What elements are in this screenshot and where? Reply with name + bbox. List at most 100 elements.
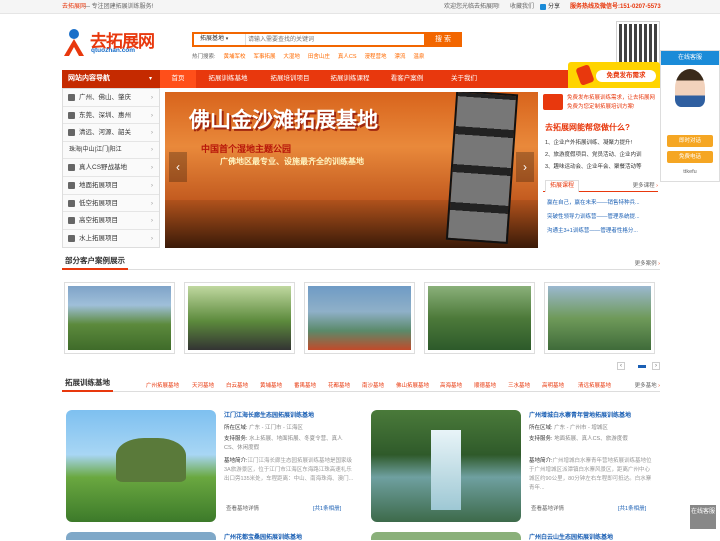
building-icon xyxy=(68,94,75,101)
top-slogan: — 专注团建拓展训练服务! xyxy=(84,4,154,10)
base-card-image[interactable] xyxy=(66,410,216,522)
hot-item[interactable]: 黄埔军校 xyxy=(223,54,245,60)
nav-about[interactable]: 关于我们 xyxy=(442,70,486,88)
nav-home[interactable]: 首页 xyxy=(160,70,196,88)
logo-domain: qtuozhan.com xyxy=(91,47,136,54)
base-tab[interactable]: 广州拓展基地 xyxy=(146,381,179,389)
hot-item[interactable]: 真人CS xyxy=(338,54,357,60)
nav-cases[interactable]: 看客户案例 xyxy=(382,70,432,88)
search-button[interactable]: 搜 索 xyxy=(424,32,462,47)
sidebar-item[interactable]: 水上拓展项目 › xyxy=(63,230,159,248)
tree-house-shape xyxy=(116,438,186,482)
base-card-detail-link[interactable]: 查看基地详情 xyxy=(531,504,564,512)
waterfall-shape xyxy=(431,430,461,510)
nav-courses[interactable]: 拓展训练课程 xyxy=(322,70,378,88)
carousel-next-icon[interactable]: › xyxy=(652,362,660,370)
favorite-link[interactable]: 收藏我们 xyxy=(510,0,534,14)
hot-item[interactable]: 军事拓展 xyxy=(253,54,275,60)
ground-icon xyxy=(68,182,75,189)
trophy-icon xyxy=(68,217,75,225)
hot-item[interactable]: 漂流 xyxy=(394,54,405,60)
nav-bases[interactable]: 拓展训练基地 xyxy=(200,70,256,88)
nav-side-title[interactable]: 网站内容导航 ▾ xyxy=(62,70,160,88)
banner-next-arrow-icon[interactable]: › xyxy=(516,152,534,182)
sidebar-item[interactable]: 东莞、深圳、惠州 › xyxy=(63,107,159,125)
banner-title: 佛山金沙滩拓展基地 xyxy=(189,109,378,132)
sidebar-item[interactable]: 真人CS野战基地 › xyxy=(63,159,159,177)
base-card-image[interactable] xyxy=(371,410,521,522)
help-item: 2、旅游度假项目、党员活动、企业内训 xyxy=(545,152,642,158)
case-photo[interactable] xyxy=(544,282,655,354)
agent-avatar xyxy=(675,69,705,107)
sidebar-item[interactable]: 低空拓展项目 › xyxy=(63,195,159,213)
hot-item[interactable]: 田舍山庄 xyxy=(308,54,330,60)
nav-projects[interactable]: 拓展培训项目 xyxy=(262,70,318,88)
sidebar-item[interactable]: 珠海|中山|江门|阳江 › xyxy=(63,142,159,160)
base-card-album-count[interactable]: [共1条相册] xyxy=(618,504,646,512)
carousel-prev-icon[interactable]: ‹ xyxy=(617,362,625,370)
base-card-area: 所在区域: 广东 - 广州市 - 增城区 xyxy=(529,425,608,431)
search-input[interactable] xyxy=(248,34,424,45)
search-category-select[interactable]: 拓展基地 ▾ xyxy=(194,34,246,45)
base-card-detail-link[interactable]: 查看基地详情 xyxy=(226,504,259,512)
more-bases-link[interactable]: 更多基地 › xyxy=(635,381,660,389)
more-courses-link[interactable]: 更多课程 › xyxy=(633,181,658,189)
hero-banner[interactable]: 佛山金沙滩拓展基地 中国首个湿地主题公园 广佛地区最专业、设施最齐全的训练基地 … xyxy=(165,92,538,248)
base-tab[interactable]: 南沙基地 xyxy=(362,381,384,389)
banner-prev-arrow-icon[interactable]: ‹ xyxy=(169,152,187,182)
publish-badge[interactable]: 免费发布需求 xyxy=(568,62,660,88)
share-icon[interactable] xyxy=(540,4,546,10)
free-design-text[interactable]: 免费发布拓展训练需求，让去拓展网免费为您定制拓展培训方案! xyxy=(567,94,657,112)
banner-line2: 广佛地区最专业、设施最齐全的训练基地 xyxy=(220,157,364,166)
base-tab[interactable]: 清远拓展基地 xyxy=(578,381,611,389)
case-photo[interactable] xyxy=(184,282,295,354)
course-link[interactable]: 沟通主3+1训练营——管理者性格分... xyxy=(547,226,638,234)
publish-button[interactable]: 免费发布需求 xyxy=(596,70,656,82)
floating-service-button[interactable]: 在线客服 xyxy=(690,505,716,529)
base-tab[interactable]: 三水基地 xyxy=(508,381,530,389)
base-tab[interactable]: 天河基地 xyxy=(192,381,214,389)
tab-courses[interactable]: 拓展课程 xyxy=(545,180,580,192)
base-tab[interactable]: 花都基地 xyxy=(328,381,350,389)
umbrella-icon xyxy=(68,234,75,242)
case-photo[interactable] xyxy=(424,282,535,354)
hot-item[interactable]: 温泉 xyxy=(413,54,424,60)
sidebar-item[interactable]: 清远、河源、韶关 › xyxy=(63,124,159,142)
chat-now-button[interactable]: 即时对话 xyxy=(667,135,713,147)
share-link[interactable]: 分享 xyxy=(548,0,560,14)
base-card-title[interactable]: 广州增城白水寨青年营地拓展训练基地 xyxy=(529,410,631,419)
base-card-album-count[interactable]: [共1条相册] xyxy=(313,504,341,512)
base-tab[interactable]: 顺德基地 xyxy=(474,381,496,389)
free-call-button[interactable]: 免费电话 xyxy=(667,151,713,163)
building-icon xyxy=(68,111,75,119)
top-site-name[interactable]: 去拓展网 xyxy=(62,0,86,14)
sidebar-item[interactable]: 地面拓展项目 › xyxy=(63,177,159,195)
sidebar-item[interactable]: 广州、佛山、肇庆 › xyxy=(63,89,159,107)
carousel-dot[interactable] xyxy=(638,365,646,368)
hot-item[interactable]: 漫程营地 xyxy=(364,54,386,60)
hot-item[interactable]: 大湿地 xyxy=(283,54,300,60)
base-card-area: 所在区域: 广东 - 江门市 - 江海区 xyxy=(224,425,303,431)
case-photo[interactable] xyxy=(64,282,175,354)
base-tab[interactable]: 黄埔基地 xyxy=(260,381,282,389)
help-item: 3、趣味运动会、企业年会、聚餐活动等 xyxy=(545,164,642,170)
sidebar-item[interactable]: 高空拓展项目 › xyxy=(63,212,159,230)
logo-icon[interactable] xyxy=(62,28,86,58)
help-question: 去拓展网能帮您做什么? xyxy=(545,123,630,132)
bases-title: 拓展训练基地 xyxy=(65,378,110,387)
base-card-services: 支持服务: 地面拓展、真人CS、旅游度假 xyxy=(529,436,628,442)
base-tab[interactable]: 佛山拓展基地 xyxy=(396,381,429,389)
base-card-title[interactable]: 江门江海长廊生态园拓展训练基地 xyxy=(224,410,314,419)
more-cases-link[interactable]: 更多案例 › xyxy=(635,259,660,267)
base-card-image[interactable] xyxy=(371,532,521,540)
course-link[interactable]: 赢在自己，赢在未来——销售特种兵... xyxy=(547,198,640,206)
base-tab[interactable]: 白云基地 xyxy=(226,381,248,389)
base-tab[interactable]: 高明基地 xyxy=(542,381,564,389)
announce-icon xyxy=(543,94,563,110)
course-link[interactable]: 突破性领导力训练营——管理系统提... xyxy=(547,212,640,220)
case-photo[interactable] xyxy=(304,282,415,354)
base-card-image[interactable] xyxy=(66,532,216,540)
hot-search: 热门搜索: 黄埔军校 军事拓展 大湿地 田舍山庄 真人CS 漫程营地 漂流 温泉 xyxy=(192,52,430,60)
base-tab[interactable]: 番禺基地 xyxy=(294,381,316,389)
base-tab[interactable]: 高海基地 xyxy=(440,381,462,389)
